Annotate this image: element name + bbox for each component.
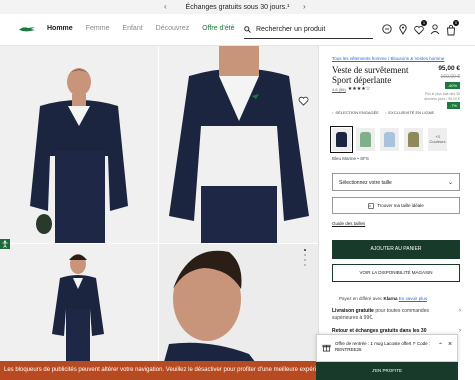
discount-badge-secondary: -7%	[446, 102, 460, 109]
free-shipping-info[interactable]: Livraison gratuite pour toutes commandes…	[332, 308, 452, 322]
product-gallery	[0, 46, 318, 380]
ruler-icon	[368, 202, 374, 209]
klarna-info: Payez en différé avec Klarna En savoir p…	[339, 296, 427, 301]
visual-search-icon[interactable]	[381, 23, 393, 35]
next-arrow-icon[interactable]: ›	[303, 2, 306, 11]
header-icons: 1 0	[381, 20, 459, 36]
selected-color-name: Bleu Marine • SFS	[332, 156, 369, 161]
collapse-icon[interactable]: ⌃	[438, 342, 443, 349]
chevron-down-icon: ⌄	[447, 180, 453, 186]
gallery-pagination[interactable]	[304, 249, 306, 266]
prev-arrow-icon[interactable]: ‹	[164, 2, 167, 11]
adblock-warning-banner: Les bloqueurs de publicités peuvent alté…	[0, 361, 316, 380]
klarna-learn-more-link[interactable]: En savoir plus	[399, 296, 427, 301]
search-icon	[244, 26, 251, 33]
color-swatches: +3 Couleurs	[330, 126, 447, 153]
cart-count-badge: 0	[453, 20, 459, 26]
rating-count[interactable]: 4.6 (56)	[332, 87, 346, 92]
rating[interactable]: 4.6 (56) ★★★★☆	[332, 86, 370, 92]
nav-homme[interactable]: Homme	[47, 25, 73, 32]
crocodile-logo-icon[interactable]	[18, 24, 36, 34]
accessibility-icon[interactable]	[0, 239, 10, 249]
announcement-text: Échanges gratuits sous 30 jours.¹	[185, 3, 290, 11]
swatch-khaki[interactable]	[404, 128, 423, 151]
wishlist-heart-icon[interactable]	[298, 96, 309, 106]
klarna-text: Payez en différé avec	[339, 296, 384, 301]
product-photo-front[interactable]	[0, 46, 158, 243]
size-select[interactable]: Sélectionnez votre taille ⌄	[332, 173, 460, 191]
feature-tags: SÉLECTION ENGAGÉE EXCLUSIVITÉ EN LIGNE	[332, 110, 434, 115]
main-nav: Homme Femme Enfant Découvrez Offre d'été	[47, 25, 234, 32]
size-guide-link[interactable]: Guide des tailles	[332, 221, 365, 226]
promo-popup: Offre de rentrée : 1 mug Lacoste offert …	[316, 334, 458, 362]
site-header: Homme Femme Enfant Découvrez Offre d'été…	[0, 14, 475, 46]
store-availability-button[interactable]: VOIR LA DISPONIBILITÉ MAGASIN	[332, 264, 460, 282]
chevron-right-icon[interactable]: ›	[459, 328, 461, 334]
product-info-panel: Tous les vêtements homme / Blousons & Ve…	[318, 46, 475, 380]
swatch-navy[interactable]	[330, 126, 353, 153]
cart-icon[interactable]: 0	[445, 20, 459, 36]
nav-offre[interactable]: Offre d'été	[202, 25, 234, 32]
wishlist-header-icon[interactable]: 1	[413, 20, 427, 35]
product-photo-portrait[interactable]	[159, 244, 318, 380]
nav-decouvrez[interactable]: Découvrez	[156, 25, 189, 32]
promo-text: Offre de rentrée : 1 mug Lacoste offert …	[335, 341, 431, 352]
discount-badge: -40%	[444, 82, 460, 89]
find-size-button[interactable]: Trouver ma taille idéale	[332, 197, 460, 214]
search-input[interactable]: Rechercher un produit	[244, 21, 373, 39]
product-title: Veste de survêtement Sport déperlante	[332, 65, 409, 85]
lowest-price-note: Prix le plus bas des 30 derniers jours :…	[424, 92, 460, 101]
add-to-cart-button[interactable]: AJOUTER AU PANIER	[332, 240, 460, 259]
store-locator-icon[interactable]	[397, 23, 409, 35]
chevron-right-icon[interactable]: ›	[459, 308, 461, 314]
star-icon: ★★★★☆	[347, 86, 371, 92]
original-price: 160,00 €	[440, 74, 460, 80]
nav-femme[interactable]: Femme	[86, 25, 110, 32]
gift-icon	[322, 344, 331, 352]
swatch-light-blue[interactable]	[380, 128, 399, 151]
promo-cta-button[interactable]: J'EN PROFITE	[316, 362, 458, 380]
klarna-brand: Klarna	[383, 296, 398, 301]
account-icon[interactable]	[429, 23, 441, 35]
shipping-bold: Livraison gratuite	[332, 308, 374, 314]
find-size-label: Trouver ma taille idéale	[377, 203, 424, 208]
size-select-label: Sélectionnez votre taille	[339, 180, 392, 186]
breadcrumb[interactable]: Tous les vêtements homme / Blousons & Ve…	[332, 56, 444, 61]
product-photo-full-body[interactable]	[0, 244, 158, 380]
swatch-green[interactable]	[356, 128, 375, 151]
close-icon[interactable]: ×	[448, 341, 452, 348]
nav-enfant[interactable]: Enfant	[122, 25, 142, 32]
product-photo-closeup[interactable]	[159, 46, 318, 243]
wishlist-count-badge: 1	[421, 20, 427, 26]
feature-tag: SÉLECTION ENGAGÉE	[332, 110, 379, 115]
search-placeholder: Rechercher un produit	[256, 26, 326, 33]
feature-tag: EXCLUSIVITÉ EN LIGNE	[385, 110, 434, 115]
more-colors-button[interactable]: +3 Couleurs	[428, 128, 447, 151]
product-price: 95,00 €	[438, 65, 460, 72]
announcement-bar: ‹ Échanges gratuits sous 30 jours.¹ ›	[0, 0, 475, 14]
